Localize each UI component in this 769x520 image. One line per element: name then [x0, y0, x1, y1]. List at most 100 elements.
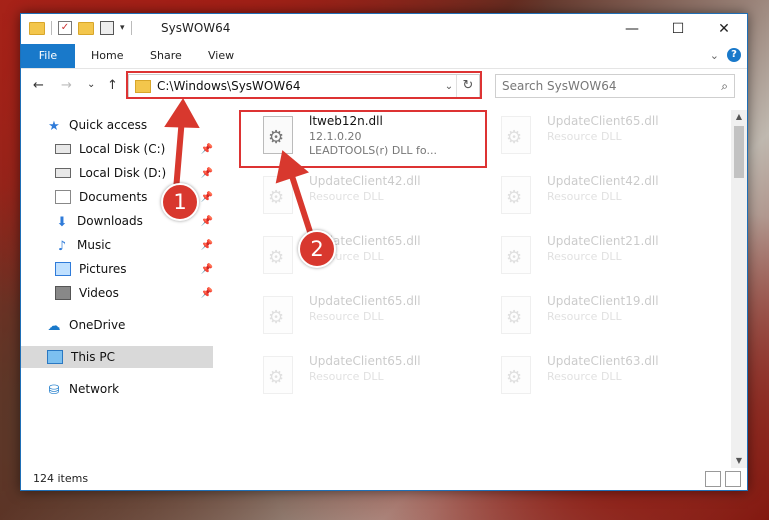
- gear-icon: ⚙: [506, 307, 523, 328]
- qat-dropdown-icon[interactable]: ▾: [120, 23, 125, 33]
- help-icon[interactable]: ?: [727, 48, 741, 62]
- gear-icon: ⚙: [268, 187, 285, 208]
- large-icons-view-icon[interactable]: [725, 471, 741, 487]
- vertical-scrollbar[interactable]: ▲ ▼: [731, 110, 747, 468]
- chevron-down-icon[interactable]: ⌄: [710, 49, 719, 62]
- window-controls: — ☐ ✕: [609, 14, 747, 44]
- tab-view[interactable]: View: [208, 44, 234, 68]
- sidebar-item-this-pc[interactable]: This PC: [21, 346, 213, 368]
- recent-locations-button[interactable]: ⌄: [87, 79, 95, 90]
- pin-icon[interactable]: 📌: [201, 192, 213, 203]
- file-highlight-box: [239, 110, 487, 168]
- pin-icon[interactable]: 📌: [201, 240, 213, 251]
- gear-icon: ⚙: [506, 367, 523, 388]
- search-input[interactable]: Search SysWOW64: [502, 79, 721, 93]
- gear-icon: ⚙: [506, 187, 523, 208]
- navigation-pane: ★ Quick access Local Disk (C:) 📌 Local D…: [21, 110, 215, 468]
- customize-icon[interactable]: [100, 21, 114, 35]
- sidebar-item-label: Videos: [79, 286, 119, 300]
- pictures-icon: [55, 262, 71, 276]
- pin-icon[interactable]: 📌: [201, 144, 213, 155]
- file-item[interactable]: ⚙ UpdateClient65.dll Resource DLL: [241, 232, 461, 286]
- navigation-bar: ← → ⌄ ↑ C:\Windows\SysWOW64 ⌄ ↻ Search S…: [21, 71, 747, 101]
- drive-icon: [55, 144, 71, 154]
- pin-icon[interactable]: 📌: [201, 288, 213, 299]
- up-button[interactable]: ↑: [107, 78, 118, 93]
- back-button[interactable]: ←: [33, 78, 44, 93]
- dll-file-icon: ⚙: [501, 236, 531, 274]
- file-item[interactable]: ⚙ UpdateClient65.dll Resource DLL: [241, 292, 461, 346]
- scroll-up-icon[interactable]: ▲: [731, 110, 747, 124]
- gear-icon: ⚙: [268, 247, 285, 268]
- tab-file[interactable]: File: [21, 44, 75, 68]
- details-view-icon[interactable]: [705, 471, 721, 487]
- dll-file-icon: ⚙: [501, 296, 531, 334]
- this-pc-icon: [47, 350, 63, 364]
- sidebar-item-network[interactable]: ⛁ Network: [47, 378, 207, 400]
- sidebar-item-music[interactable]: ♪ Music 📌: [55, 234, 213, 256]
- search-box[interactable]: Search SysWOW64 ⌕: [495, 74, 735, 98]
- divider: [51, 21, 52, 35]
- item-count: 124 items: [33, 472, 89, 485]
- tab-home[interactable]: Home: [91, 44, 123, 68]
- drive-icon: [55, 168, 71, 178]
- sidebar-item-pictures[interactable]: Pictures 📌: [55, 258, 213, 280]
- file-name: UpdateClient42.dll: [547, 174, 659, 188]
- sidebar-item-local-disk-d[interactable]: Local Disk (D:) 📌: [55, 162, 213, 184]
- file-description: Resource DLL: [547, 190, 622, 203]
- sidebar-item-local-disk-c[interactable]: Local Disk (C:) 📌: [55, 138, 213, 160]
- network-icon: ⛁: [48, 383, 60, 398]
- file-item[interactable]: ⚙ UpdateClient19.dll Resource DLL: [479, 292, 699, 346]
- search-icon[interactable]: ⌕: [721, 79, 728, 94]
- scrollbar-thumb[interactable]: [734, 126, 744, 178]
- gear-icon: ⚙: [506, 247, 523, 268]
- title-bar: ✓ ▾ SysWOW64 — ☐ ✕: [21, 14, 747, 44]
- dll-file-icon: ⚙: [501, 356, 531, 394]
- sidebar-item-label: Local Disk (C:): [79, 142, 166, 156]
- dll-file-icon: ⚙: [501, 176, 531, 214]
- downloads-icon: ⬇: [56, 215, 68, 230]
- divider: [130, 21, 132, 35]
- file-name: UpdateClient65.dll: [547, 114, 659, 128]
- dll-file-icon: ⚙: [263, 176, 293, 214]
- sidebar-item-label: Pictures: [79, 262, 127, 276]
- sidebar-item-onedrive[interactable]: ☁ OneDrive: [47, 314, 207, 336]
- file-item[interactable]: ⚙ UpdateClient65.dll Resource DLL: [241, 352, 461, 406]
- file-item[interactable]: ⚙ UpdateClient21.dll Resource DLL: [479, 232, 699, 286]
- file-item[interactable]: ⚙ UpdateClient65.dll Resource DLL: [479, 112, 699, 166]
- music-icon: ♪: [57, 239, 67, 254]
- file-name: UpdateClient63.dll: [547, 354, 659, 368]
- file-item[interactable]: ⚙ UpdateClient63.dll Resource DLL: [479, 352, 699, 406]
- sidebar-item-videos[interactable]: Videos 📌: [55, 282, 213, 304]
- dll-file-icon: ⚙: [263, 356, 293, 394]
- file-description: Resource DLL: [547, 310, 622, 323]
- pin-icon[interactable]: 📌: [201, 216, 213, 227]
- tab-share[interactable]: Share: [150, 44, 182, 68]
- sidebar-item-label: Quick access: [69, 118, 148, 132]
- file-item[interactable]: ⚙ UpdateClient42.dll Resource DLL: [241, 172, 461, 226]
- folder-icon: [29, 21, 45, 35]
- sidebar-item-label: Documents: [79, 190, 148, 204]
- star-icon: ★: [48, 119, 60, 134]
- file-description: Resource DLL: [309, 190, 384, 203]
- new-folder-icon[interactable]: [78, 21, 94, 35]
- ribbon: File Home Share View ⌄ ?: [21, 44, 747, 69]
- file-item[interactable]: ⚙ UpdateClient42.dll Resource DLL: [479, 172, 699, 226]
- gear-icon: ⚙: [268, 307, 285, 328]
- file-description: Resource DLL: [547, 250, 622, 263]
- maximize-button[interactable]: ☐: [655, 14, 701, 44]
- gear-icon: ⚙: [506, 127, 523, 148]
- sidebar-item-quick-access[interactable]: ★ Quick access: [47, 114, 207, 136]
- pin-icon[interactable]: 📌: [201, 168, 213, 179]
- onedrive-icon: ☁: [47, 319, 61, 334]
- properties-check-icon[interactable]: ✓: [58, 21, 72, 35]
- scroll-down-icon[interactable]: ▼: [731, 454, 747, 468]
- pin-icon[interactable]: 📌: [201, 264, 213, 275]
- minimize-button[interactable]: —: [609, 14, 655, 44]
- callout-1: 1: [161, 183, 199, 221]
- close-button[interactable]: ✕: [701, 14, 747, 44]
- status-bar: 124 items: [21, 468, 747, 490]
- forward-button[interactable]: →: [61, 78, 72, 93]
- dll-file-icon: ⚙: [263, 236, 293, 274]
- sidebar-item-label: Downloads: [77, 214, 143, 228]
